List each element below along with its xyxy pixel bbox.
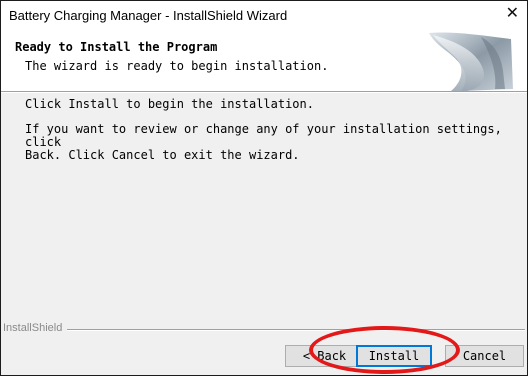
wizard-header: Ready to Install the Program The wizard … — [1, 31, 527, 92]
back-button[interactable]: < Back — [285, 345, 364, 367]
cancel-button[interactable]: Cancel — [445, 345, 524, 367]
window-title: Battery Charging Manager - InstallShield… — [9, 8, 288, 23]
wizard-body: Click Install to begin the installation.… — [25, 98, 509, 162]
page-subtitle: The wizard is ready to begin installatio… — [25, 59, 329, 73]
installshield-wizard-window: Battery Charging Manager - InstallShield… — [0, 0, 528, 376]
page-title: Ready to Install the Program — [15, 40, 218, 54]
footer-divider — [67, 329, 525, 331]
close-icon[interactable]: ✕ — [506, 6, 519, 22]
installshield-brand: InstallShield — [3, 322, 67, 334]
installshield-brand-line: InstallShield — [1, 322, 527, 336]
instruction-text: Click Install to begin the installation. — [25, 97, 314, 111]
installshield-banner-art-icon — [429, 32, 513, 91]
title-bar: Battery Charging Manager - InstallShield… — [1, 1, 527, 31]
install-button[interactable]: Install — [356, 345, 432, 367]
review-settings-text: If you want to review or change any of y… — [25, 122, 502, 162]
